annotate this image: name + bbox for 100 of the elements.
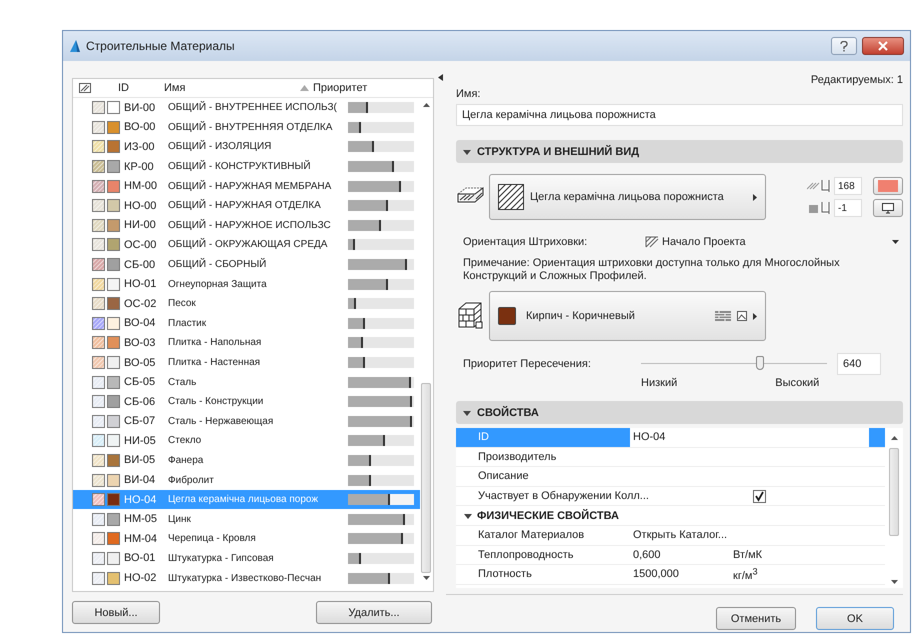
help-icon: [840, 40, 848, 52]
scroll-up-icon[interactable]: [890, 436, 898, 440]
property-label: Участвует в Обнаружении Колл...: [477, 489, 650, 504]
section-title: СТРУКТУРА И ВНЕШНИЙ ВИД: [477, 146, 640, 158]
name-field[interactable]: Цегла керамічна лицьова порожниста: [456, 104, 903, 126]
priority-slider[interactable]: [641, 356, 827, 372]
material-row[interactable]: НМ-04 Черепица - Кровля: [73, 529, 420, 549]
property-row[interactable]: ID НО-04: [456, 428, 885, 448]
property-unit: кг/м$^{3}$: [733, 570, 758, 582]
material-row[interactable]: ВИ-04 Фибролит: [73, 470, 420, 490]
collapse-icon[interactable]: [438, 74, 443, 81]
priority-value-field[interactable]: 640: [837, 353, 881, 375]
scroll-down-icon[interactable]: [422, 576, 430, 580]
monitor-button[interactable]: [873, 199, 903, 217]
property-row[interactable]: Теплопроводность 0,600 Вт/мК: [456, 546, 885, 566]
material-row[interactable]: ВО-03 Плитка - Напольная: [73, 333, 420, 353]
property-value: 1500,000: [633, 568, 679, 580]
material-name: ОБЩИЙ - НАРУЖНАЯ ОТДЕЛКА: [168, 200, 322, 212]
expander-icon[interactable]: [463, 148, 471, 156]
material-row[interactable]: ВО-04 Пластик: [73, 314, 420, 334]
material-row[interactable]: ОС-00 ОБЩИЙ - ОКРУЖАЮЩАЯ СРЕДА: [73, 235, 420, 255]
property-row[interactable]: Плотность 1500,000 кг/м$^{3}$: [456, 565, 885, 585]
material-id: НИ-05: [124, 434, 157, 447]
slider-thumb[interactable]: [756, 356, 764, 370]
material-name: Штукатурка - Известково-Песчан: [168, 572, 322, 584]
dropdown-caret-icon: [892, 240, 899, 244]
property-row[interactable]: Описание: [456, 467, 885, 487]
checkbox[interactable]: [752, 490, 766, 503]
material-row[interactable]: НИ-00 ОБЩИЙ - НАРУЖНОЕ ИСПОЛЬЗС: [73, 216, 420, 236]
material-row[interactable]: ИЗ-00 ОБЩИЙ - ИЗОЛЯЦИЯ: [73, 137, 420, 157]
material-row[interactable]: КР-00 ОБЩИЙ - КОНСТРУКТИВНЫЙ: [73, 156, 420, 176]
material-name: Стекло: [168, 435, 202, 446]
material-name: Черепица - Кровля: [168, 533, 257, 544]
material-row[interactable]: СБ-00 ОБЩИЙ - СБОРНЫЙ: [73, 254, 420, 274]
orientation-dropdown[interactable]: Начало Проекта: [641, 233, 903, 251]
material-id: КР-00: [124, 160, 155, 173]
material-name: ОБЩИЙ - ИЗОЛЯЦИЯ: [168, 141, 272, 152]
help-button[interactable]: [831, 37, 857, 55]
window-title: Строительные Материалы: [86, 39, 236, 53]
expander-icon[interactable]: [464, 512, 472, 520]
property-label: Производитель: [477, 450, 558, 465]
scrollbar-thumb[interactable]: [421, 383, 431, 573]
background-pen-field[interactable]: -1: [834, 199, 862, 217]
column-header[interactable]: Имя: [164, 82, 300, 94]
close-button[interactable]: [862, 37, 904, 55]
surface-button[interactable]: Кирпич - Коричневый: [489, 291, 766, 341]
material-row[interactable]: ВО-05 Плитка - Настенная: [73, 352, 420, 372]
property-row[interactable]: Производитель: [456, 448, 885, 468]
low-label: Низкий: [641, 377, 678, 389]
material-id: ВИ-05: [124, 454, 156, 466]
property-row[interactable]: Участвует в Обнаружении Колл...: [456, 486, 885, 506]
material-row[interactable]: НО-00 ОБЩИЙ - НАРУЖНАЯ ОТДЕЛКА: [73, 196, 420, 216]
material-row[interactable]: СБ-07 Сталь - Нержавеющая: [73, 412, 420, 432]
material-id: ИЗ-00: [124, 140, 156, 153]
material-row[interactable]: НМ-00 ОБЩИЙ - НАРУЖНАЯ МЕМБРАНА: [73, 176, 420, 196]
material-name: Сталь - Нержавеющая: [168, 416, 274, 427]
section-header[interactable]: СВОЙСТВА: [456, 401, 903, 424]
name-label: Имя:: [456, 88, 482, 100]
material-id: НО-01: [124, 278, 158, 290]
column-header[interactable]: ID: [118, 82, 164, 94]
material-row[interactable]: ВИ-00 ОБЩИЙ - ВНУТРЕННЕЕ ИСПОЛЬЗ(: [73, 98, 420, 118]
scrollbar-thumb[interactable]: [889, 448, 899, 536]
material-row[interactable]: ВИ-05 Фанера: [73, 450, 420, 470]
material-row[interactable]: СБ-05 Сталь: [73, 372, 420, 392]
property-row[interactable]: Каталог Материалов Открыть Каталог...: [456, 526, 885, 546]
material-row[interactable]: НИ-05 Стекло: [73, 431, 420, 451]
material-name: Пластик: [168, 318, 208, 329]
ok-button[interactable]: OK: [816, 607, 894, 630]
pen-number-field[interactable]: 168: [834, 177, 862, 195]
material-id: НИ-00: [124, 219, 157, 232]
new-button[interactable]: Новый...: [72, 601, 160, 624]
material-row[interactable]: ВО-00 ОБЩИЙ - ВНУТРЕННЯЯ ОТДЕЛКА: [73, 118, 420, 138]
material-id: ВО-04: [124, 317, 156, 330]
scroll-down-icon[interactable]: [890, 580, 898, 584]
material-row[interactable]: НО-01 Огнеупорная Защита: [73, 274, 420, 294]
property-value: Открыть Каталог...: [633, 529, 728, 542]
material-name: ОБЩИЙ - НАРУЖНОЕ ИСПОЛЬЗС: [168, 220, 332, 231]
material-id: ВИ-00: [124, 102, 156, 114]
material-id: СБ-07: [124, 415, 156, 428]
material-name: Огнеупорная Защита: [168, 278, 268, 290]
section-header[interactable]: СТРУКТУРА И ВНЕШНИЙ ВИД: [456, 140, 903, 163]
material-row[interactable]: НО-02 Штукатурка - Известково-Песчан: [73, 568, 420, 588]
expander-icon[interactable]: [463, 408, 471, 416]
material-row[interactable]: НМ-05 Цинк: [73, 509, 420, 530]
column-header[interactable]: Приоритет: [313, 82, 368, 94]
material-id: ВО-03: [124, 336, 156, 349]
material-row[interactable]: ВО-01 Штукатурка - Гипсовая: [73, 548, 420, 568]
pen-color-button[interactable]: [873, 177, 903, 195]
material-row[interactable]: ОС-02 Песок: [73, 294, 420, 314]
material-id: НО-02: [124, 572, 158, 584]
material-id: СБ-06: [124, 396, 156, 408]
material-name: Цегла керамічна лицьова порож: [168, 494, 320, 506]
material-row[interactable]: СБ-06 Сталь - Конструкции: [73, 392, 420, 412]
material-name: ОБЩИЙ - СБОРНЫЙ: [168, 259, 268, 270]
delete-button[interactable]: Удалить...: [316, 601, 432, 624]
material-name: ОБЩИЙ - ВНУТРЕННЕЕ ИСПОЛЬЗ(: [168, 102, 338, 114]
cancel-button[interactable]: Отменить: [716, 607, 796, 630]
fill-button[interactable]: Цегла керамічна лицьова порожниста: [489, 174, 766, 220]
scroll-up-icon[interactable]: [422, 103, 430, 107]
property-value: НО-04: [633, 431, 666, 444]
